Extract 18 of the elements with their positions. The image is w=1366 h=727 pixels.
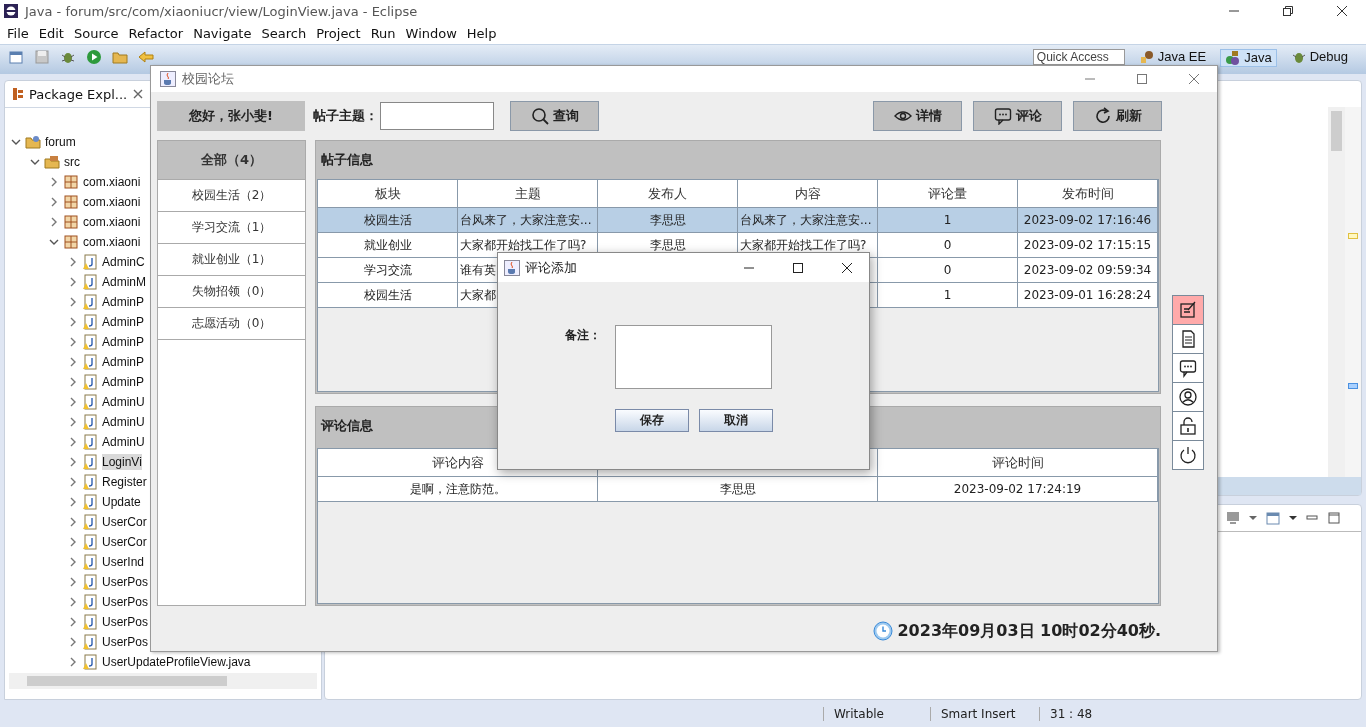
field-label: 备注： xyxy=(564,327,601,344)
greeting-label: 您好，张小斐! xyxy=(157,101,305,131)
field-label: 帖子主题： xyxy=(313,107,378,125)
dialog-title: 评论添加 xyxy=(525,258,577,277)
table-cell: 2023-09-02 17:24:19 xyxy=(878,477,1158,503)
table-cell: 2023-09-01 16:28:24 xyxy=(1018,283,1158,308)
window-title: Java - forum/src/com/xiaoniucr/view/LoginView.java - Eclipse xyxy=(25,3,418,19)
table-cell: 1 xyxy=(878,283,1018,308)
clock-text: 2023年09月03日 10时02分40秒. xyxy=(897,620,1161,642)
table-cell: 是啊，注意防范。 xyxy=(318,477,598,503)
section-title: 帖子信息 xyxy=(320,151,374,169)
status-text: Writable xyxy=(823,706,930,721)
window-title: 校园论坛 xyxy=(182,70,234,88)
table-cell: 校园生活 xyxy=(318,283,458,308)
status-text: Smart Insert xyxy=(930,706,1039,721)
table-cell: 李思思 xyxy=(598,477,878,503)
section-title: 评论信息 xyxy=(320,417,374,436)
status-text: 31 : 48 xyxy=(1039,706,1120,721)
